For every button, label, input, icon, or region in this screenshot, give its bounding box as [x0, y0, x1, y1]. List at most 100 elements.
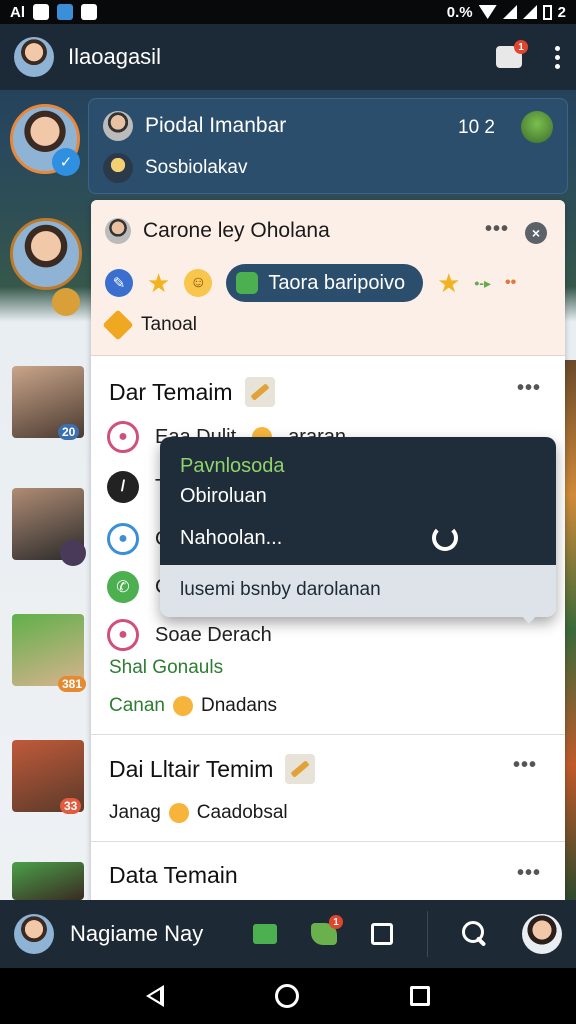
mascot-icon: ● [107, 619, 139, 651]
team-section-1-title-text: Dar Temaim [109, 378, 233, 405]
orange-dots-icon[interactable]: •• [505, 274, 516, 292]
maps-notification-icon [57, 4, 73, 20]
notification-sender-name: Piodal Imanbar [145, 114, 287, 137]
list-item-text: Soae Derach [155, 623, 272, 646]
context-menu-tail [520, 614, 538, 624]
verified-icon: ✓ [52, 148, 80, 176]
phone-icon: ✆ [107, 571, 139, 603]
team-section-2-more-icon[interactable]: ••• [513, 754, 537, 777]
contact-photo-1[interactable]: 20 [12, 366, 84, 440]
featured-more-icon[interactable]: ••• [485, 218, 509, 241]
team-section-2-title: Dai Lltair Temim [109, 754, 316, 784]
wifi-icon [478, 5, 497, 19]
notification-count-badge: 1 [514, 40, 528, 54]
back-icon[interactable] [145, 985, 164, 1007]
close-icon[interactable]: × [525, 222, 547, 244]
team-section-1-more-icon[interactable]: ••• [517, 377, 541, 400]
contact-photo-3[interactable]: 381 [12, 614, 87, 692]
contact-photo-4-badge: 33 [60, 798, 82, 814]
pencil-icon[interactable] [285, 754, 316, 784]
context-menu-main: Pavnlosoda Obiroluan Nahoolan... [160, 437, 556, 565]
contact-photo-2[interactable] [12, 488, 86, 566]
green-line-2-text: Canan [109, 695, 165, 716]
contact-photo-5[interactable] [12, 862, 84, 900]
notification-card[interactable]: Piodal Imanbar 10 2 Sosbiolakav [88, 98, 568, 194]
recent-apps-icon[interactable] [410, 986, 431, 1006]
header-actions: 1 [496, 40, 562, 69]
smiley-icon[interactable]: ☺ [184, 269, 213, 297]
contact-photo-4[interactable]: 33 [12, 740, 84, 814]
status-right-text: 0.% [446, 3, 473, 21]
bottom-avatar[interactable] [14, 914, 54, 954]
menu-footer-text: lusemi bsnby darolanan [180, 579, 381, 600]
app-title: Ilaoagasil [68, 44, 161, 69]
menu-item-green[interactable]: Pavnlosoda [180, 455, 285, 478]
list-item[interactable]: ● Soae Derach [107, 619, 272, 651]
star-icon-2[interactable]: ★ [437, 270, 460, 296]
notification-time: 10 2 [458, 117, 495, 138]
chat-icon[interactable] [371, 923, 393, 945]
bottom-icons: 1 [253, 911, 562, 957]
featured-tag[interactable]: Tanoal [102, 309, 197, 341]
gold-badge-icon [52, 288, 80, 316]
featured-card-name: Carone ley Oholana [143, 219, 330, 242]
account-avatar[interactable] [522, 914, 562, 954]
status-right: 0.% 2 [447, 4, 566, 21]
status-left: Al [10, 4, 97, 21]
edit-pen-icon[interactable]: ✎ [105, 269, 133, 297]
team-section-3-more-icon[interactable]: ••• [517, 862, 541, 885]
home-icon[interactable] [274, 984, 299, 1008]
team-section-2-line[interactable]: Janag Caadobsal [109, 802, 288, 824]
like-icon[interactable]: 1 [311, 915, 343, 945]
pencil-icon[interactable] [244, 377, 275, 407]
app-header: Ilaoagasil 1 [0, 24, 576, 90]
menu-item-2[interactable]: Nahoolan... [180, 527, 282, 550]
notification-subtitle: Sosbiolakav [145, 157, 248, 178]
contact-photo-1-badge: 20 [58, 424, 80, 440]
star-icon[interactable]: ★ [147, 270, 170, 296]
bottom-badge: 1 [329, 915, 343, 929]
emoji-icon [168, 803, 189, 823]
pin-icon: ● [107, 421, 139, 453]
battery-icon [542, 4, 552, 20]
list-item[interactable]: / T [107, 471, 167, 503]
notification-header: Piodal Imanbar [103, 111, 286, 141]
menu-item-1[interactable]: Obiroluan [180, 485, 267, 508]
status-left-text: Al [10, 3, 25, 21]
contact-photo-3-badge: 381 [58, 676, 87, 692]
status-bar: Al 0.% 2 [0, 0, 576, 24]
feature-pill-button[interactable]: Taora baripoivo [226, 264, 424, 302]
feature-pill-label: Taora baripoivo [268, 271, 406, 294]
forward-arrows-icon[interactable]: •-▸ [474, 275, 491, 292]
more-vert-icon[interactable] [552, 45, 562, 69]
notification-body: Sosbiolakav [103, 153, 247, 183]
profile-avatar[interactable] [14, 37, 54, 77]
green-line-1-text: Shal Gonauls [109, 657, 224, 678]
bottom-name: Nagiame Nay [70, 921, 204, 946]
search-icon[interactable] [462, 921, 488, 947]
emoji-icon [173, 696, 193, 716]
team-section-2-title-text: Dai Lltair Temim [109, 755, 274, 782]
context-menu-footer[interactable]: lusemi bsnby darolanan [160, 565, 556, 617]
green-line-1: Shal Gonauls [109, 657, 223, 679]
team-section-2: Dai Lltair Temim ••• Janag Caadobsal [91, 736, 565, 842]
subtitle-avatar [103, 153, 133, 183]
hand-pointer-icon [432, 525, 458, 551]
context-menu: Pavnlosoda Obiroluan Nahoolan... lusemi … [160, 437, 556, 617]
link-icon: / [107, 471, 139, 503]
featured-card[interactable]: Carone ley Oholana ••• × ✎ ★ ☺ Taora bar… [91, 200, 565, 356]
contact-avatar-2[interactable] [10, 218, 82, 290]
team-section-2-line-b: Caadobsal [196, 802, 288, 823]
tag-icon [102, 309, 134, 341]
team-section-1-title: Dar Temaim [109, 377, 275, 407]
gallery-icon[interactable] [253, 924, 277, 944]
team-section-3-title-text: Data Temain [109, 862, 238, 888]
bottom-bar: Nagiame Nay 1 [0, 900, 576, 968]
green-line-2: Canan Dnadans [109, 695, 277, 717]
signal-icon [502, 5, 517, 19]
home-notification-icon [81, 4, 97, 20]
team-section-3: Data Temain ••• [91, 842, 565, 900]
thumbs-up-icon[interactable]: 1 [496, 40, 528, 68]
featured-tag-label: Tanoal [141, 314, 197, 335]
featured-card-header: Carone ley Oholana [105, 218, 330, 244]
